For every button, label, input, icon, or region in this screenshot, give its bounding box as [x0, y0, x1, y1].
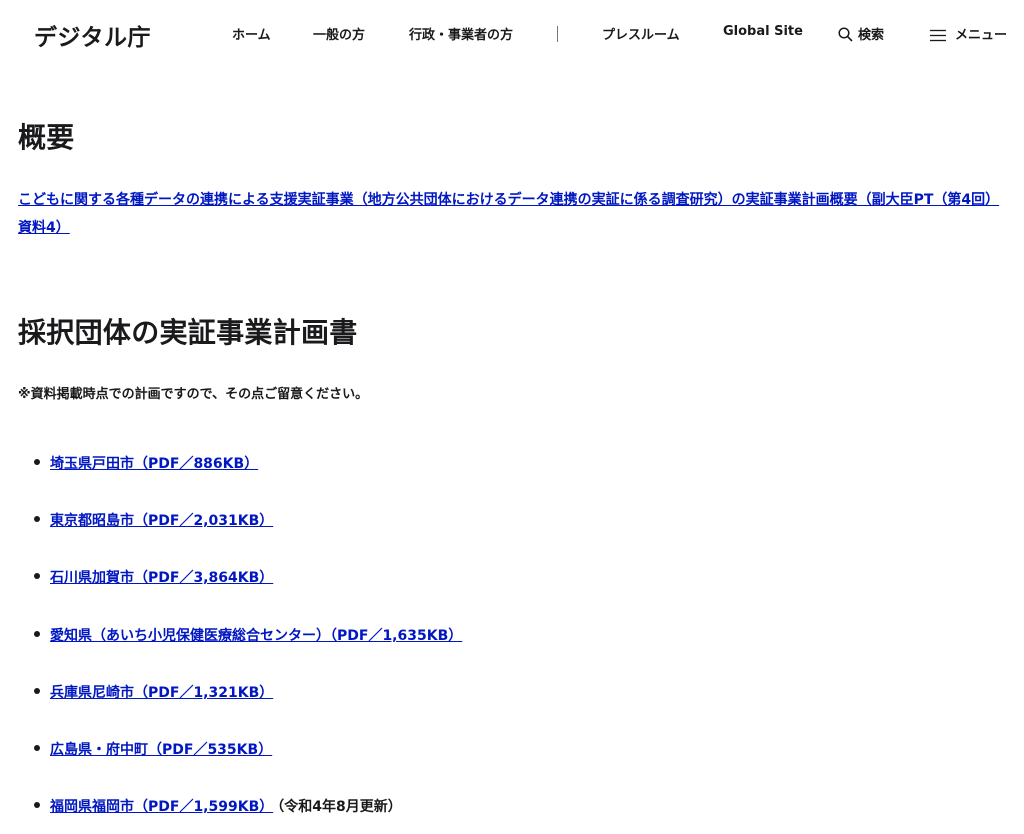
plan-update-note: （令和4年8月更新）	[277, 799, 402, 815]
list-item: 東京都昭島市（PDF／2,031KB）	[34, 510, 277, 532]
plan-document-link[interactable]: 兵庫県尼崎市（PDF／1,321KB）	[50, 685, 273, 701]
bullet-icon	[34, 516, 40, 522]
list-item: 石川県加賀市（PDF／3,864KB）	[34, 567, 277, 589]
plan-document-link[interactable]: 東京都昭島市（PDF／2,031KB）	[50, 513, 273, 529]
bullet-icon	[34, 631, 40, 637]
plan-document-link[interactable]: 福岡県福岡市（PDF／1,599KB）	[50, 799, 273, 815]
plan-document-link[interactable]: 埼玉県戸田市（PDF／886KB）	[50, 456, 258, 472]
plan-document-link[interactable]: 愛知県（あいち小児保健医療総合センター）（PDF／1,635KB）	[50, 628, 462, 644]
plan-document-link[interactable]: 広島県・府中町（PDF／535KB）	[50, 742, 272, 758]
main-content: 概要 こどもに関する各種データの連携による支援実証事業（地方公共団体におけるデー…	[0, 0, 1024, 834]
bullet-icon	[34, 573, 40, 579]
summary-heading: 概要	[18, 121, 75, 154]
list-item: 兵庫県尼崎市（PDF／1,321KB）	[34, 682, 277, 704]
list-item: 福岡県福岡市（PDF／1,599KB） （令和4年8月更新）	[34, 796, 402, 818]
bullet-icon	[34, 459, 40, 465]
plans-note: ※資料掲載時点での計画ですので、その点ご留意ください。	[18, 387, 369, 402]
bullet-icon	[34, 802, 40, 808]
summary-document-link[interactable]: こどもに関する各種データの連携による支援実証事業（地方公共団体におけるデータ連携…	[18, 186, 1008, 242]
list-item: 広島県・府中町（PDF／535KB）	[34, 739, 276, 761]
list-item: 埼玉県戸田市（PDF／886KB）	[34, 453, 262, 475]
bullet-icon	[34, 745, 40, 751]
plans-heading: 採択団体の実証事業計画書	[18, 316, 358, 349]
bullet-icon	[34, 688, 40, 694]
plan-document-link[interactable]: 石川県加賀市（PDF／3,864KB）	[50, 570, 273, 586]
list-item: 愛知県（あいち小児保健医療総合センター）（PDF／1,635KB）	[34, 625, 466, 647]
